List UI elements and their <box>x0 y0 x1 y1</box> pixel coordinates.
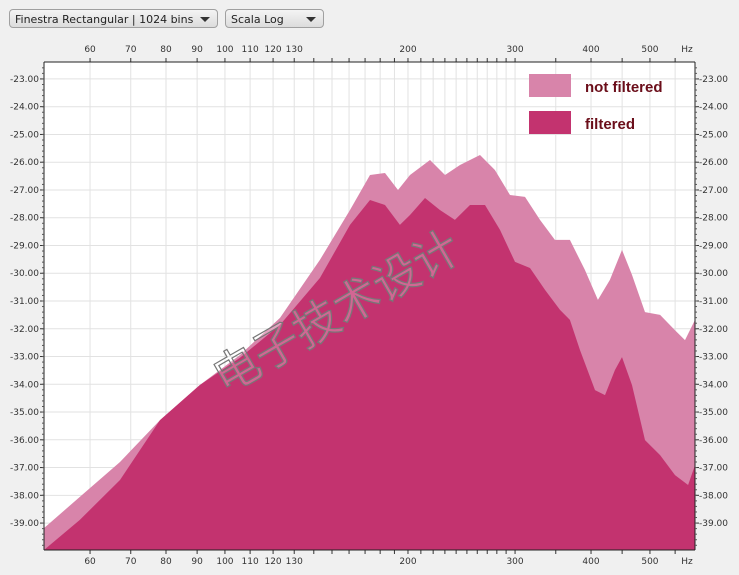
y-tick-label-left: -23.00 <box>10 75 39 85</box>
legend-swatch <box>529 74 571 97</box>
y-tick-label-left: -32.00 <box>10 325 39 335</box>
y-tick-label-right: -26.00 <box>699 158 728 168</box>
x-tick-label-bottom: 130 <box>286 557 303 567</box>
y-tick-label-right: -36.00 <box>699 436 728 446</box>
y-tick-label-left: -30.00 <box>10 269 39 279</box>
legend-swatch <box>529 111 571 134</box>
y-tick-label-left: -25.00 <box>10 130 39 140</box>
spectrum-chart: 电子技术设计6060707080809090100100110110120120… <box>10 45 728 567</box>
y-tick-label-right: -32.00 <box>699 325 728 335</box>
y-tick-label-left: -37.00 <box>10 464 39 474</box>
x-unit-label: Hz <box>681 557 693 567</box>
y-tick-label-right: -23.00 <box>699 75 728 85</box>
x-tick-label-bottom: 100 <box>216 557 233 567</box>
x-tick-label-top: 120 <box>264 45 281 55</box>
y-tick-label-left: -33.00 <box>10 353 39 363</box>
y-tick-label-right: -31.00 <box>699 297 728 307</box>
y-tick-label-left: -39.00 <box>10 519 39 529</box>
x-tick-label-bottom: 500 <box>641 557 658 567</box>
x-tick-label-bottom: 120 <box>264 557 281 567</box>
x-tick-label-bottom: 400 <box>582 557 599 567</box>
x-tick-label-top: 110 <box>242 45 259 55</box>
y-tick-label-left: -27.00 <box>10 186 39 196</box>
x-tick-label-top: 90 <box>191 45 203 55</box>
y-tick-label-right: -29.00 <box>699 241 728 251</box>
y-tick-label-right: -33.00 <box>699 353 728 363</box>
x-tick-label-top: 100 <box>216 45 233 55</box>
x-tick-label-bottom: 60 <box>84 557 96 567</box>
y-tick-label-right: -30.00 <box>699 269 728 279</box>
y-tick-label-left: -26.00 <box>10 158 39 168</box>
x-tick-label-bottom: 80 <box>160 557 172 567</box>
y-tick-label-left: -28.00 <box>10 214 39 224</box>
y-tick-label-left: -35.00 <box>10 408 39 418</box>
y-tick-label-right: -34.00 <box>699 380 728 390</box>
x-tick-label-bottom: 300 <box>506 557 523 567</box>
y-tick-label-right: -38.00 <box>699 491 728 501</box>
x-tick-label-top: 60 <box>84 45 96 55</box>
x-tick-label-bottom: 90 <box>191 557 203 567</box>
y-tick-label-right: -37.00 <box>699 464 728 474</box>
y-tick-label-right: -27.00 <box>699 186 728 196</box>
y-tick-label-right: -28.00 <box>699 214 728 224</box>
y-tick-label-right: -35.00 <box>699 408 728 418</box>
x-unit-label: Hz <box>681 45 693 55</box>
x-tick-label-bottom: 110 <box>242 557 259 567</box>
x-tick-label-top: 70 <box>125 45 137 55</box>
y-tick-label-left: -31.00 <box>10 297 39 307</box>
y-tick-label-right: -24.00 <box>699 103 728 113</box>
y-tick-label-right: -39.00 <box>699 519 728 529</box>
y-tick-label-right: -25.00 <box>699 130 728 140</box>
y-tick-label-left: -36.00 <box>10 436 39 446</box>
y-tick-label-left: -34.00 <box>10 380 39 390</box>
legend-label: filtered <box>585 116 635 133</box>
x-tick-label-top: 500 <box>641 45 658 55</box>
x-tick-label-top: 130 <box>286 45 303 55</box>
legend-label: not filtered <box>585 79 663 96</box>
x-tick-label-bottom: 200 <box>399 557 416 567</box>
x-tick-label-top: 400 <box>582 45 599 55</box>
y-tick-label-left: -29.00 <box>10 241 39 251</box>
x-tick-label-top: 80 <box>160 45 172 55</box>
x-tick-label-top: 200 <box>399 45 416 55</box>
y-tick-label-left: -38.00 <box>10 491 39 501</box>
x-tick-label-top: 300 <box>506 45 523 55</box>
y-tick-label-left: -24.00 <box>10 103 39 113</box>
x-tick-label-bottom: 70 <box>125 557 137 567</box>
